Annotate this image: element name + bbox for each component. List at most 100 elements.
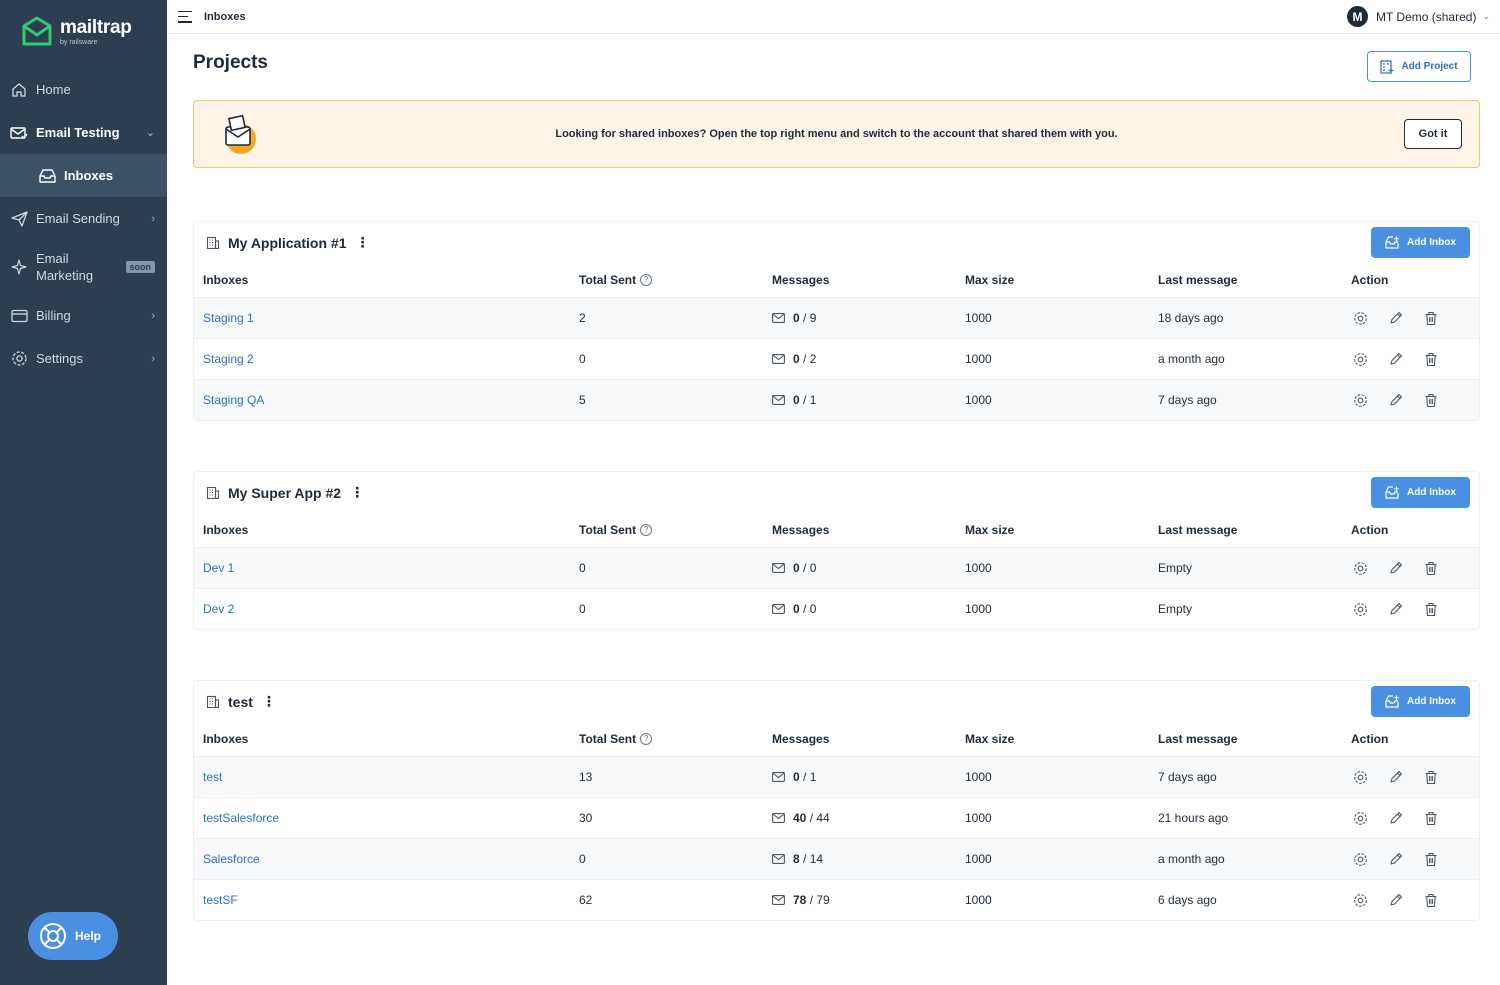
gear-icon[interactable] <box>1353 352 1368 367</box>
gear-icon[interactable] <box>1353 852 1368 867</box>
messages-count: 0 / 9 <box>772 298 816 338</box>
messages-total: 1 <box>809 393 817 407</box>
inbox-link[interactable]: Staging 1 <box>203 311 254 325</box>
project-header: test ⋮ Add Inbox <box>194 681 1479 721</box>
sidebar-item-email-marketing[interactable]: Email Marketing soon <box>0 240 167 294</box>
trash-icon[interactable] <box>1423 852 1438 867</box>
project-name[interactable]: My Super App #2 <box>228 485 341 501</box>
add-inbox-icon <box>1385 236 1399 249</box>
pencil-icon[interactable] <box>1388 393 1403 408</box>
project-name[interactable]: My Application #1 <box>228 235 347 251</box>
inbox-link[interactable]: Dev 1 <box>203 561 234 575</box>
gear-icon[interactable] <box>1353 311 1368 326</box>
trash-icon[interactable] <box>1423 811 1438 826</box>
total-sent-value: 0 <box>579 602 586 616</box>
inbox-link[interactable]: testSalesforce <box>203 811 279 825</box>
col-last-message: Last message <box>1158 522 1238 537</box>
sidebar-item-home[interactable]: Home <box>0 68 167 111</box>
trash-icon[interactable] <box>1423 893 1438 908</box>
col-inboxes: Inboxes <box>203 272 249 287</box>
project-name[interactable]: test <box>228 694 253 710</box>
menu-icon[interactable] <box>178 10 192 23</box>
gear-icon[interactable] <box>1353 561 1368 576</box>
gear-icon[interactable] <box>1353 770 1368 785</box>
pencil-icon[interactable] <box>1388 811 1403 826</box>
pencil-icon[interactable] <box>1388 852 1403 867</box>
sidebar-item-billing[interactable]: Billing › <box>0 294 167 337</box>
page-title: Projects <box>193 52 268 73</box>
gear-icon[interactable] <box>1353 602 1368 617</box>
mailtrap-logo[interactable]: mailtrap by railsware <box>22 16 132 48</box>
col-inboxes: Inboxes <box>203 731 249 746</box>
chevron-right-icon: › <box>151 212 155 225</box>
more-options-icon[interactable]: ⋮ <box>260 693 278 710</box>
project-header: My Application #1 ⋮ Add Inbox <box>194 222 1479 262</box>
trash-icon[interactable] <box>1423 602 1438 617</box>
inbox-link[interactable]: test <box>203 770 222 784</box>
table-header-row: Inboxes Total Sent? Messages Max size Last m… <box>194 721 1479 756</box>
inbox-link[interactable]: Staging QA <box>203 393 264 407</box>
trash-icon[interactable] <box>1423 352 1438 367</box>
billing-icon <box>10 307 28 325</box>
sidebar-item-email-sending[interactable]: Email Sending › <box>0 197 167 240</box>
account-menu[interactable]: M MT Demo (shared) ⌄ <box>1346 6 1490 27</box>
pencil-icon[interactable] <box>1388 352 1403 367</box>
question-icon[interactable]: ? <box>640 732 653 745</box>
envelope-icon <box>772 563 785 573</box>
max-size-value: 1000 <box>965 311 992 325</box>
sidebar-item-label: Email Testing <box>36 125 120 140</box>
project-card: My Application #1 ⋮ Add Inbox Inboxes Total … <box>193 221 1480 421</box>
sidebar-item-inboxes[interactable]: Inboxes <box>0 154 167 197</box>
add-inbox-label: Add Inbox <box>1407 237 1456 248</box>
inbox-link[interactable]: Salesforce <box>203 852 260 866</box>
help-button[interactable]: Help <box>28 912 118 960</box>
gear-icon[interactable] <box>1353 893 1368 908</box>
inbox-icon <box>38 167 56 185</box>
chevron-down-icon: ⌄ <box>1482 11 1490 21</box>
trash-icon[interactable] <box>1423 393 1438 408</box>
envelope-icon <box>772 813 785 823</box>
sidebar-item-email-testing[interactable]: Email Testing ⌄ <box>0 111 167 154</box>
more-options-icon[interactable]: ⋮ <box>354 234 372 251</box>
row-actions <box>1353 839 1438 879</box>
project-card: test ⋮ Add Inbox Inboxes Total Sent? Messages… <box>193 680 1480 921</box>
question-icon[interactable]: ? <box>640 523 653 536</box>
messages-unread: 0 <box>793 770 800 784</box>
chevron-right-icon: › <box>151 309 155 322</box>
add-inbox-button[interactable]: Add Inbox <box>1371 477 1470 508</box>
send-icon <box>10 210 28 228</box>
inbox-link[interactable]: Dev 2 <box>203 602 234 616</box>
got-it-button[interactable]: Got it <box>1404 119 1462 149</box>
last-message-value: a month ago <box>1158 852 1225 866</box>
more-options-icon[interactable]: ⋮ <box>348 484 366 501</box>
avatar: M <box>1346 6 1368 27</box>
max-size-value: 1000 <box>965 893 992 907</box>
gear-icon[interactable] <box>1353 393 1368 408</box>
messages-unread: 8 <box>793 852 800 866</box>
envelope-icon <box>772 854 785 864</box>
trash-icon[interactable] <box>1423 311 1438 326</box>
messages-unread: 0 <box>793 393 800 407</box>
row-actions <box>1353 757 1438 797</box>
inbox-link[interactable]: testSF <box>203 893 238 907</box>
trash-icon[interactable] <box>1423 561 1438 576</box>
add-inbox-button[interactable]: Add Inbox <box>1371 227 1470 258</box>
pencil-icon[interactable] <box>1388 311 1403 326</box>
trash-icon[interactable] <box>1423 770 1438 785</box>
table-row: Dev 100 / 0 1000 Empty <box>194 547 1479 588</box>
pencil-icon[interactable] <box>1388 561 1403 576</box>
inbox-link[interactable]: Staging 2 <box>203 352 254 366</box>
col-max-size: Max size <box>965 522 1015 537</box>
messages-total: 9 <box>809 311 817 325</box>
max-size-value: 1000 <box>965 811 992 825</box>
envelope-icon <box>772 772 785 782</box>
pencil-icon[interactable] <box>1388 602 1403 617</box>
gear-icon[interactable] <box>1353 811 1368 826</box>
add-project-button[interactable]: Add Project <box>1367 51 1471 82</box>
pencil-icon[interactable] <box>1388 770 1403 785</box>
add-inbox-label: Add Inbox <box>1407 696 1456 707</box>
add-inbox-button[interactable]: Add Inbox <box>1371 686 1470 717</box>
question-icon[interactable]: ? <box>640 273 653 286</box>
sidebar-item-settings[interactable]: Settings › <box>0 337 167 380</box>
pencil-icon[interactable] <box>1388 893 1403 908</box>
